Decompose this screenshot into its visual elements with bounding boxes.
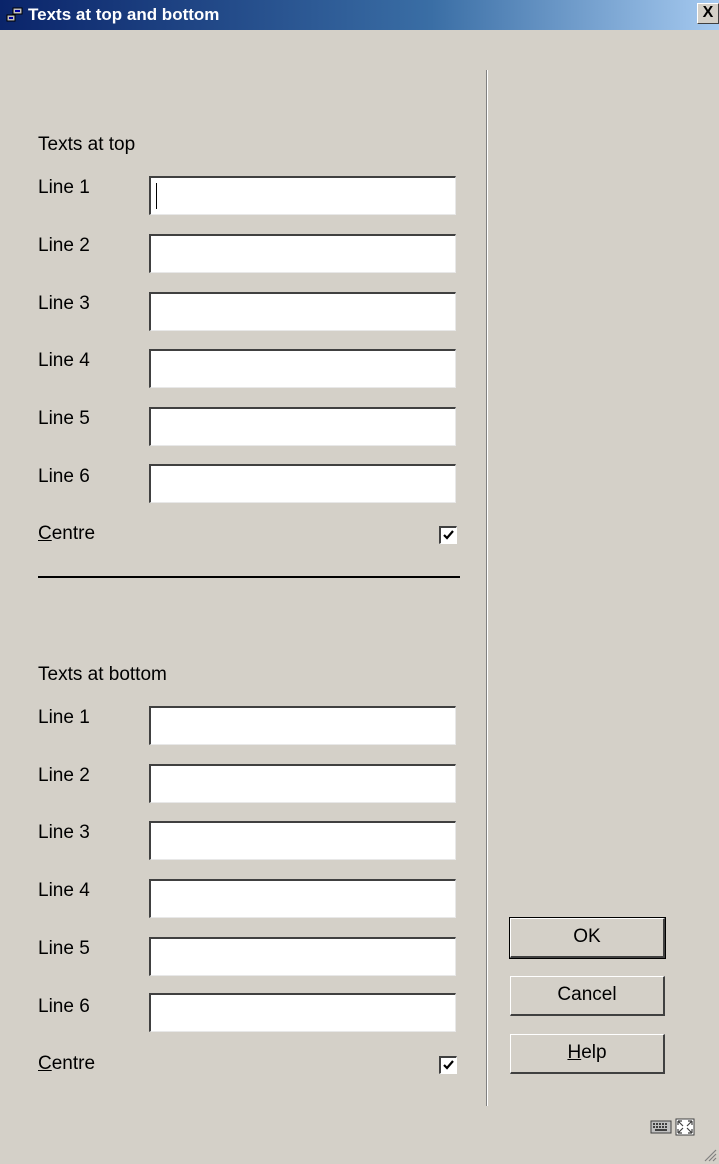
bottom-centre-mnemonic: C (38, 1053, 52, 1074)
help-mnemonic: H (567, 1042, 582, 1063)
bottom-centre-checkbox[interactable] (439, 1056, 457, 1074)
help-button[interactable]: Help (510, 1034, 665, 1074)
top-line-2-input[interactable] (149, 234, 456, 273)
bottom-line-1-label: Line 1 (38, 707, 90, 728)
bottom-line-5-input[interactable] (149, 937, 456, 976)
top-centre-checkbox[interactable] (439, 526, 457, 544)
help-label-rest: elp (581, 1042, 607, 1063)
top-line-5-label: Line 5 (38, 408, 90, 429)
top-centre-label: Centre (38, 523, 95, 545)
bottom-line-6-label: Line 6 (38, 996, 90, 1017)
bottom-line-2-label: Line 2 (38, 765, 90, 786)
title-bar: Texts at top and bottom X (0, 0, 719, 30)
bottom-line-4-label: Line 4 (38, 880, 90, 901)
bottom-section-heading: Texts at bottom (38, 664, 167, 685)
top-centre-mnemonic: C (38, 523, 52, 544)
top-line-6-input[interactable] (149, 464, 456, 503)
close-button[interactable]: X (697, 3, 719, 24)
resize-grip-icon[interactable] (703, 1148, 717, 1162)
maximize-icon[interactable] (674, 1118, 696, 1136)
top-section-heading: Texts at top (38, 134, 136, 155)
top-line-2-label: Line 2 (38, 235, 90, 256)
bottom-line-1-input[interactable] (149, 706, 456, 745)
checkmark-icon (443, 1060, 454, 1070)
top-line-5-input[interactable] (149, 407, 456, 446)
window-app-icon (6, 7, 23, 22)
bottom-line-3-label: Line 3 (38, 822, 90, 843)
window-title: Texts at top and bottom (28, 5, 220, 24)
cancel-button[interactable]: Cancel (510, 976, 665, 1016)
top-line-3-input[interactable] (149, 292, 456, 331)
bottom-line-3-input[interactable] (149, 821, 456, 860)
text-caret (156, 183, 157, 209)
top-line-4-label: Line 4 (38, 350, 90, 371)
top-line-3-label: Line 3 (38, 293, 90, 314)
bottom-line-4-input[interactable] (149, 879, 456, 918)
top-centre-label-rest: entre (51, 523, 96, 544)
vertical-separator (486, 70, 488, 1106)
keyboard-icon[interactable] (650, 1118, 672, 1136)
bottom-centre-label-rest: entre (51, 1053, 96, 1074)
top-line-4-input[interactable] (149, 349, 456, 388)
bottom-centre-label: Centre (38, 1053, 95, 1075)
bottom-line-2-input[interactable] (149, 764, 456, 803)
bottom-line-6-input[interactable] (149, 993, 456, 1032)
section-divider (38, 576, 460, 578)
checkmark-icon (443, 530, 454, 540)
top-line-1-input[interactable] (149, 176, 456, 215)
bottom-line-5-label: Line 5 (38, 938, 90, 959)
close-icon: X (702, 4, 714, 21)
top-line-1-label: Line 1 (38, 177, 90, 198)
ok-button[interactable]: OK (509, 917, 666, 959)
top-line-6-label: Line 6 (38, 466, 90, 487)
